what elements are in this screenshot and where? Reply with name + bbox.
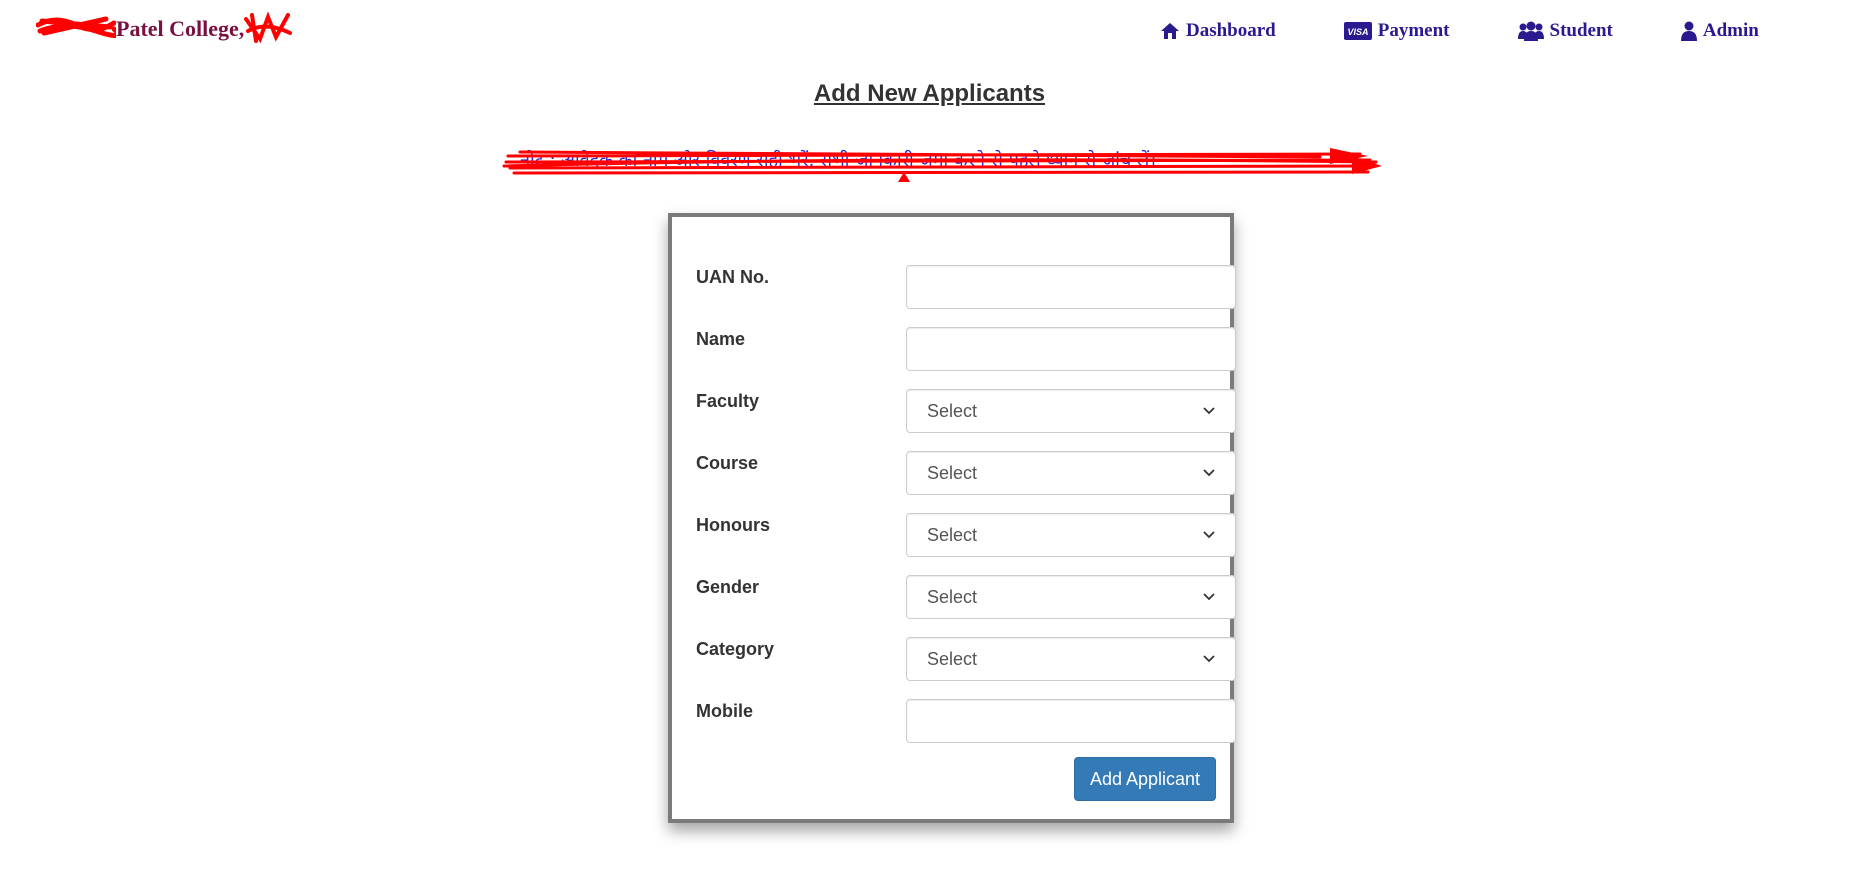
form-row-category: Category Select	[696, 637, 1236, 683]
gender-label: Gender	[696, 577, 760, 597]
form-row-name: Name	[696, 327, 1236, 373]
category-label: Category	[696, 639, 775, 659]
name-input[interactable]	[906, 327, 1236, 371]
form-row-honours: Honours Select	[696, 513, 1236, 559]
category-select[interactable]: Select	[906, 637, 1236, 681]
honours-select[interactable]: Select	[906, 513, 1236, 557]
mobile-label: Mobile	[696, 701, 753, 721]
name-label: Name	[696, 329, 746, 349]
nav-payment-label: Payment	[1377, 20, 1450, 41]
course-label: Course	[696, 453, 759, 473]
svg-text:VISA: VISA	[1347, 27, 1368, 37]
honours-label: Honours	[696, 515, 770, 535]
form-row-course: Course Select	[696, 451, 1236, 497]
add-applicant-button[interactable]: Add Applicant	[1074, 757, 1216, 801]
users-icon	[1517, 21, 1544, 41]
category-select-value: Select	[927, 648, 978, 669]
nav-student-label: Student	[1549, 20, 1613, 41]
add-applicant-form: UAN No. Name Faculty Select Course Selec…	[668, 213, 1236, 823]
nav-admin[interactable]: Admin	[1680, 20, 1759, 42]
home-icon	[1161, 23, 1179, 39]
course-select[interactable]: Select	[906, 451, 1236, 495]
chevron-down-icon	[1203, 593, 1215, 601]
faculty-select[interactable]: Select	[906, 389, 1236, 433]
mobile-input[interactable]	[906, 699, 1236, 743]
faculty-label: Faculty	[696, 391, 760, 411]
honours-select-value: Select	[927, 524, 978, 545]
course-select-value: Select	[927, 462, 978, 483]
faculty-select-value: Select	[927, 400, 978, 421]
nav-dashboard-label: Dashboard	[1186, 20, 1276, 41]
form-row-gender: Gender Select	[696, 575, 1236, 621]
chevron-down-icon	[1203, 469, 1215, 477]
uan-input[interactable]	[906, 265, 1236, 309]
form-row-mobile: Mobile	[696, 699, 1236, 745]
top-nav: Dashboard VISA Payment Student Admin	[1160, 20, 1759, 42]
nav-student[interactable]: Student	[1517, 20, 1613, 42]
page-title: Add New Applicants	[813, 80, 1046, 107]
gender-select-value: Select	[927, 586, 978, 607]
gender-select[interactable]: Select	[906, 575, 1236, 619]
uan-label: UAN No.	[696, 267, 769, 287]
form-row-uan: UAN No.	[696, 265, 1236, 311]
notice-line: नोट : आवेदक का नाम और विवरण सही भरें, सभ…	[500, 142, 1390, 182]
college-brand[interactable]: Patel College,	[36, 11, 294, 44]
form-row-faculty: Faculty Select	[696, 389, 1236, 435]
chevron-down-icon	[1203, 655, 1215, 663]
nav-admin-label: Admin	[1702, 20, 1759, 41]
nav-payment[interactable]: VISA Payment	[1343, 20, 1450, 42]
nav-dashboard[interactable]: Dashboard	[1160, 20, 1276, 42]
chevron-down-icon	[1203, 407, 1215, 415]
redaction-scribble	[502, 148, 1382, 182]
user-icon	[1680, 21, 1697, 41]
redaction-scribble	[244, 11, 294, 44]
visa-card-icon: VISA	[1343, 22, 1372, 40]
chevron-down-icon	[1203, 531, 1215, 539]
redaction-scribble	[36, 16, 116, 41]
brand-text: Patel College,	[116, 16, 245, 41]
